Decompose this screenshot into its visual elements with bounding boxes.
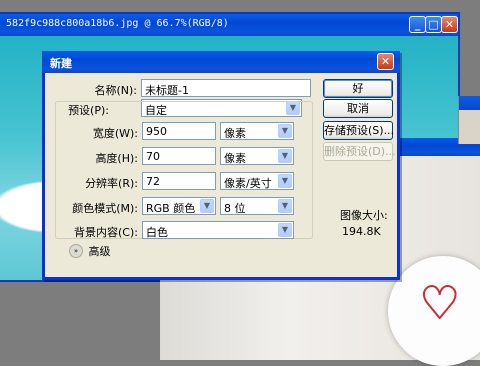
image-size-label: 图像大小: bbox=[340, 209, 388, 222]
minimize-icon[interactable]: _ bbox=[409, 16, 426, 33]
maximize-icon[interactable]: □ bbox=[425, 16, 442, 33]
resolution-label: 分辨率(R): bbox=[85, 177, 138, 190]
color-mode-select[interactable]: RGB 颜色 ▼ bbox=[142, 197, 216, 215]
double-chevron-down-icon: » bbox=[69, 244, 83, 258]
cancel-button[interactable]: 取消 bbox=[323, 99, 393, 118]
background-label: 背景内容(C): bbox=[74, 226, 138, 239]
name-input[interactable]: 未标题-1 bbox=[141, 79, 311, 97]
image-size-value: 194.8K bbox=[342, 225, 381, 238]
delete-preset-button[interactable]: 删除预设(D)... bbox=[323, 142, 396, 161]
chevron-down-icon[interactable]: ▼ bbox=[278, 199, 292, 213]
bit-depth-select[interactable]: 8 位 ▼ bbox=[220, 197, 294, 215]
close-icon[interactable]: ✕ bbox=[441, 16, 458, 33]
advanced-toggle[interactable]: » 高级 bbox=[69, 243, 111, 258]
name-label: 名称(N): bbox=[94, 84, 137, 97]
document-title-bar[interactable]: 582f9c988c800a18b6.jpg @ 66.7%(RGB/8) bbox=[0, 14, 458, 36]
dimensions-group: 宽度(W): 950 像素 ▼ 高度(H): 70 像素 ▼ 分辨率(R): 7… bbox=[55, 101, 313, 239]
color-mode-label: 颜色模式(M): bbox=[72, 202, 138, 215]
document-title: 582f9c988c800a18b6.jpg @ 66.7%(RGB/8) bbox=[6, 18, 229, 29]
resolution-unit-select[interactable]: 像素/英寸 ▼ bbox=[220, 172, 294, 190]
resolution-input[interactable]: 72 bbox=[142, 172, 216, 190]
dialog-title: 新建 bbox=[50, 57, 72, 70]
heart-decoration: ♥ bbox=[419, 277, 460, 330]
width-unit-select[interactable]: 像素 ▼ bbox=[220, 122, 294, 140]
background-select[interactable]: 白色 ▼ bbox=[142, 221, 294, 239]
side-window-title bbox=[459, 96, 480, 110]
width-label: 宽度(W): bbox=[92, 127, 138, 140]
side-window bbox=[458, 96, 480, 144]
ok-button[interactable]: 好 bbox=[323, 79, 393, 98]
height-unit-select[interactable]: 像素 ▼ bbox=[220, 147, 294, 165]
chevron-down-icon[interactable]: ▼ bbox=[278, 174, 292, 188]
width-input[interactable]: 950 bbox=[142, 122, 216, 140]
advanced-label: 高级 bbox=[88, 245, 111, 258]
dialog-title-bar[interactable]: 新建 bbox=[42, 51, 400, 73]
save-preset-button[interactable]: 存储预设(S)... bbox=[323, 121, 394, 140]
new-document-dialog: 新建 ✕ 名称(N): 未标题-1 预设(P): 自定 ▼ 宽度(W): 950… bbox=[42, 51, 400, 280]
height-input[interactable]: 70 bbox=[142, 147, 216, 165]
plate-image: ♥ bbox=[388, 256, 480, 366]
chevron-down-icon[interactable]: ▼ bbox=[278, 149, 292, 163]
chevron-down-icon[interactable]: ▼ bbox=[278, 223, 292, 237]
height-label: 高度(H): bbox=[95, 152, 138, 165]
chevron-down-icon[interactable]: ▼ bbox=[278, 124, 292, 138]
chevron-down-icon[interactable]: ▼ bbox=[200, 199, 214, 213]
dialog-close-icon[interactable]: ✕ bbox=[377, 53, 394, 70]
